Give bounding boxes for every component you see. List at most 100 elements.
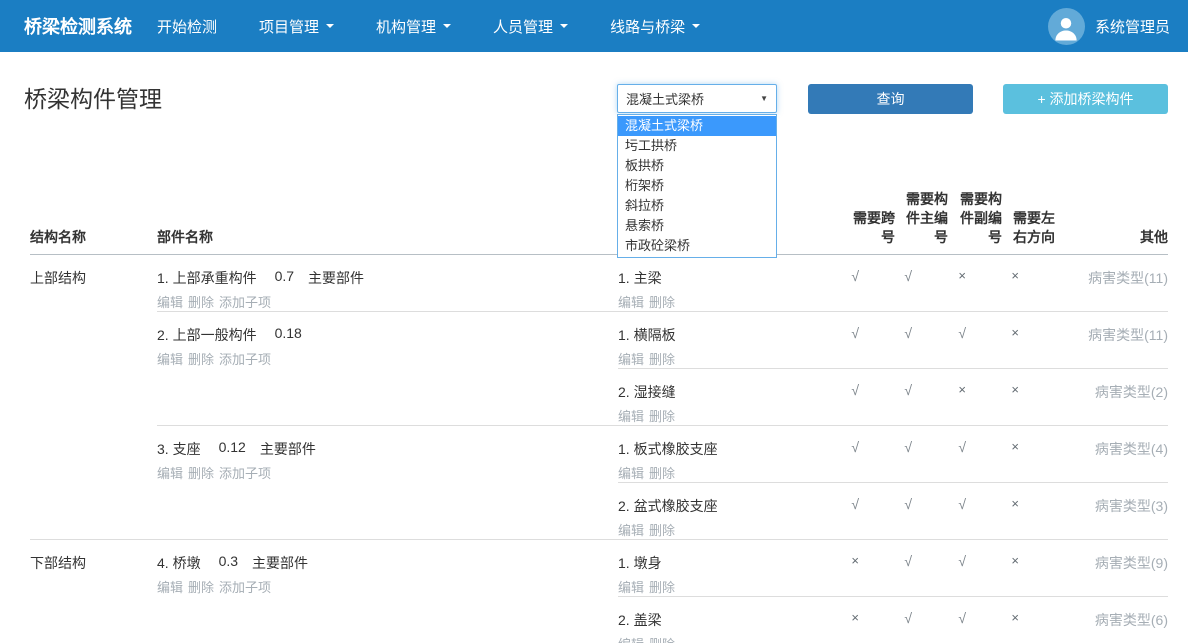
add_child-link[interactable]: 添加子项	[219, 292, 271, 311]
need-sub-no-mark: √	[948, 325, 1002, 368]
disease-type-link[interactable]: 病害类型(11)	[1055, 268, 1168, 311]
edit-link[interactable]: 编辑	[157, 292, 183, 311]
component-cell: 1. 墩身编辑删除	[618, 553, 820, 596]
edit-link[interactable]: 编辑	[618, 463, 644, 482]
delete-link[interactable]: 删除	[188, 463, 214, 482]
part-tag: 主要部件	[308, 268, 364, 288]
nav-item-start-detection[interactable]: 开始检测	[136, 0, 238, 52]
row-actions: 编辑删除	[618, 520, 820, 539]
edit-link[interactable]: 编辑	[618, 634, 644, 643]
delete-link[interactable]: 删除	[649, 577, 675, 596]
nav-item-personnel-management[interactable]: 人员管理	[472, 0, 589, 52]
chevron-down-icon	[692, 24, 700, 28]
dropdown-option[interactable]: 板拱桥	[618, 156, 776, 176]
part-tag: 主要部件	[260, 439, 316, 459]
query-button[interactable]: 查询	[808, 84, 973, 114]
delete-link[interactable]: 删除	[649, 406, 675, 425]
component-cell: 1. 横隔板编辑删除	[618, 325, 820, 368]
row-actions: 编辑删除添加子项	[157, 463, 618, 482]
row-actions: 编辑删除	[618, 577, 820, 596]
component-name: 1. 横隔板	[618, 325, 820, 345]
part-weight: 0.7	[275, 268, 294, 288]
disease-type-link[interactable]: 病害类型(11)	[1055, 325, 1168, 368]
dropdown-option[interactable]: 圬工拱桥	[618, 136, 776, 156]
app-brand[interactable]: 桥梁检测系统	[24, 13, 132, 39]
part-info: 2. 上部一般构件 0.18	[157, 325, 618, 345]
delete-link[interactable]: 删除	[188, 292, 214, 311]
chevron-down-icon	[560, 24, 568, 28]
need-main-no-mark: √	[895, 553, 948, 596]
nav-item-label: 人员管理	[493, 16, 553, 37]
disease-type-link[interactable]: 病害类型(3)	[1055, 496, 1168, 539]
part-cell: 2. 上部一般构件 0.18 编辑删除添加子项	[157, 312, 618, 425]
delete-link[interactable]: 删除	[188, 349, 214, 368]
parts-column: 4. 桥墩0.3主要部件编辑删除添加子项1. 墩身编辑删除×√√×病害类型(9)…	[157, 540, 1168, 643]
disease-type-link[interactable]: 病害类型(9)	[1055, 553, 1168, 596]
component-row: 1. 横隔板编辑删除√√√×病害类型(11)	[618, 312, 1168, 368]
part-name: 2. 上部一般构件	[157, 325, 257, 345]
edit-link[interactable]: 编辑	[618, 520, 644, 539]
navbar-user-area: 系统管理员	[1048, 8, 1170, 45]
nav-item-lines-and-bridges[interactable]: 线路与桥梁	[589, 0, 721, 52]
edit-link[interactable]: 编辑	[157, 577, 183, 596]
component-cell: 1. 板式橡胶支座编辑删除	[618, 439, 820, 482]
delete-link[interactable]: 删除	[649, 634, 675, 643]
dropdown-option[interactable]: 悬索桥	[618, 216, 776, 236]
component-row: 2. 盆式橡胶支座编辑删除√√√×病害类型(3)	[618, 482, 1168, 539]
need-sub-no-mark: √	[948, 553, 1002, 596]
delete-link[interactable]: 删除	[649, 463, 675, 482]
edit-link[interactable]: 编辑	[618, 577, 644, 596]
disease-type-link[interactable]: 病害类型(2)	[1055, 382, 1168, 425]
nav-item-label: 线路与桥梁	[610, 16, 685, 37]
need-left-right-mark: ×	[1002, 268, 1055, 311]
delete-link[interactable]: 删除	[649, 349, 675, 368]
add_child-link[interactable]: 添加子项	[219, 463, 271, 482]
need-sub-no-mark: ×	[948, 382, 1002, 425]
edit-link[interactable]: 编辑	[618, 349, 644, 368]
part-info: 4. 桥墩0.3主要部件	[157, 553, 618, 573]
delete-link[interactable]: 删除	[649, 520, 675, 539]
need-span-mark: √	[820, 382, 895, 425]
bridge-type-select[interactable]: 混凝土式梁桥 ▼	[617, 84, 777, 113]
dropdown-option[interactable]: 斜拉桥	[618, 196, 776, 216]
edit-link[interactable]: 编辑	[157, 349, 183, 368]
need-main-no-mark: √	[895, 382, 948, 425]
need-main-no-mark: √	[895, 610, 948, 643]
disease-type-link[interactable]: 病害类型(6)	[1055, 610, 1168, 643]
component-row: 1. 板式橡胶支座编辑删除√√√×病害类型(4)	[618, 426, 1168, 482]
components-column: 1. 横隔板编辑删除√√√×病害类型(11)2. 湿接缝编辑删除√√××病害类型…	[618, 312, 1168, 425]
components-column: 1. 墩身编辑删除×√√×病害类型(9)2. 盖梁编辑删除×√√×病害类型(6)…	[618, 540, 1168, 643]
need-main-no-mark: √	[895, 439, 948, 482]
row-actions: 编辑删除添加子项	[157, 577, 618, 596]
need-span-mark: √	[820, 268, 895, 311]
delete-link[interactable]: 删除	[188, 577, 214, 596]
row-actions: 编辑删除添加子项	[157, 349, 618, 368]
user-avatar[interactable]	[1048, 8, 1085, 45]
delete-link[interactable]: 删除	[649, 292, 675, 311]
component-row: 1. 主梁编辑删除√√××病害类型(11)	[618, 255, 1168, 311]
edit-link[interactable]: 编辑	[618, 292, 644, 311]
select-caret-icon: ▼	[760, 94, 768, 103]
need-span-mark: ×	[820, 610, 895, 643]
structure-name: 下部结构	[30, 540, 157, 643]
nav-item-org-management[interactable]: 机构管理	[355, 0, 472, 52]
bridge-type-selected-value: 混凝土式梁桥	[626, 89, 704, 108]
part-cell: 1. 上部承重构件0.7主要部件编辑删除添加子项	[157, 255, 618, 311]
dropdown-option[interactable]: 市政砼梁桥	[618, 236, 776, 256]
add-bridge-component-button[interactable]: + 添加桥梁构件	[1003, 84, 1168, 114]
edit-link[interactable]: 编辑	[618, 406, 644, 425]
component-name: 1. 主梁	[618, 268, 820, 288]
add_child-link[interactable]: 添加子项	[219, 349, 271, 368]
need-left-right-mark: ×	[1002, 496, 1055, 539]
need-left-right-mark: ×	[1002, 610, 1055, 643]
component-name: 2. 湿接缝	[618, 382, 820, 402]
edit-link[interactable]: 编辑	[157, 463, 183, 482]
add_child-link[interactable]: 添加子项	[219, 577, 271, 596]
dropdown-option[interactable]: 混凝土式梁桥	[618, 116, 776, 136]
nav-item-project-management[interactable]: 项目管理	[238, 0, 355, 52]
part-weight: 0.18	[275, 325, 302, 345]
components-column: 1. 主梁编辑删除√√××病害类型(11)	[618, 255, 1168, 311]
dropdown-option[interactable]: 桁架桥	[618, 176, 776, 196]
component-row: 2. 湿接缝编辑删除√√××病害类型(2)	[618, 368, 1168, 425]
disease-type-link[interactable]: 病害类型(4)	[1055, 439, 1168, 482]
